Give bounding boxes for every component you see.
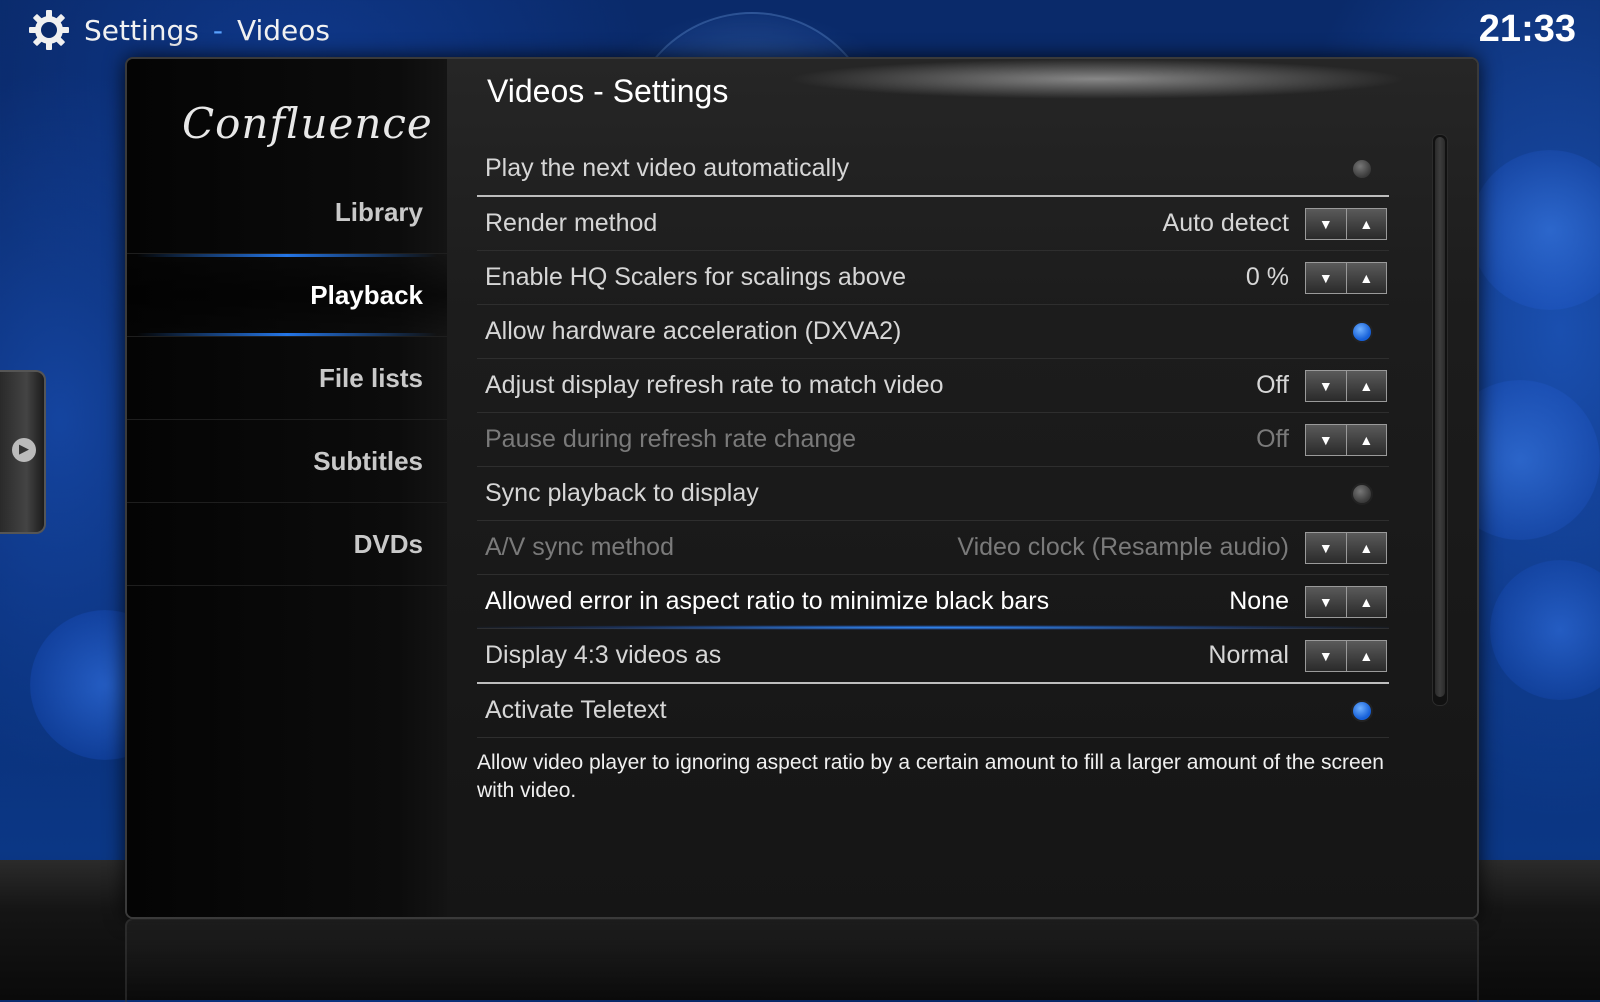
page-title: Videos - Settings [487, 73, 729, 109]
setting-label: Pause during refresh rate change [485, 425, 857, 453]
radio-toggle[interactable] [1351, 157, 1373, 180]
triangle-up-icon[interactable]: ▲ [1347, 371, 1387, 401]
triangle-up-icon[interactable]: ▲ [1347, 587, 1387, 617]
breadcrumb-current: Videos [236, 13, 330, 47]
setting-row-teletext[interactable]: Activate Teletext [477, 684, 1389, 738]
setting-row-play-next[interactable]: Play the next video automatically [477, 142, 1389, 197]
triangle-up-icon: ▲ [1359, 539, 1374, 556]
radio-toggle[interactable] [1351, 482, 1373, 505]
value-spinner: ▼ ▲ [1305, 639, 1387, 672]
setting-label: Allow hardware acceleration (DXVA2) [485, 317, 902, 345]
setting-label: Activate Teletext [485, 696, 667, 724]
triangle-up-icon[interactable]: ▲ [1347, 641, 1387, 671]
setting-row-sync-playback[interactable]: Sync playback to display [477, 467, 1389, 521]
nav-item-playback[interactable]: Playback [127, 254, 447, 337]
setting-label: Render method [485, 209, 658, 237]
chevron-right-icon: ▶ [12, 438, 36, 462]
triangle-down-icon[interactable]: ▼ [1306, 640, 1347, 671]
setting-row-av-sync: A/V sync method Video clock (Resample au… [477, 521, 1389, 575]
setting-description: Allow video player to ignoring aspect ra… [477, 751, 1384, 802]
clock: 21:33 [1478, 8, 1576, 50]
nav-item-dvds[interactable]: DVDs [127, 503, 447, 586]
setting-label: Enable HQ Scalers for scalings above [485, 263, 907, 291]
triangle-down-icon: ▼ [1306, 532, 1347, 563]
setting-label: Allowed error in aspect ratio to minimiz… [485, 587, 1050, 615]
value-spinner: ▼ ▲ [1305, 261, 1387, 294]
triangle-down-icon[interactable]: ▼ [1306, 208, 1347, 239]
triangle-down-icon[interactable]: ▼ [1306, 586, 1347, 617]
setting-label: Sync playback to display [485, 479, 759, 507]
value-spinner: ▼ ▲ [1305, 585, 1387, 618]
bokeh-circle [1470, 150, 1600, 310]
setting-value: 0 % [1245, 263, 1289, 291]
setting-value: None [1229, 587, 1289, 615]
scrollbar-thumb[interactable] [1435, 137, 1445, 697]
bokeh-circle [1490, 560, 1600, 700]
setting-label: Play the next video automatically [485, 154, 850, 182]
breadcrumb-root: Settings [84, 13, 199, 47]
triangle-up-icon: ▲ [1359, 431, 1374, 448]
setting-label: Display 4:3 videos as [485, 641, 722, 669]
setting-row-render-method[interactable]: Render method Auto detect ▼ ▲ [477, 197, 1389, 251]
triangle-up-icon[interactable]: ▲ [1347, 209, 1387, 239]
setting-value: Off [1256, 425, 1289, 453]
setting-label: Adjust display refresh rate to match vid… [485, 371, 944, 399]
setting-row-pause-refresh: Pause during refresh rate change Off ▼ ▲ [477, 413, 1389, 467]
breadcrumb-separator: - [212, 13, 223, 47]
title-glow [787, 59, 1407, 99]
setting-row-display-43[interactable]: Display 4:3 videos as Normal ▼ ▲ [477, 629, 1389, 684]
settings-scrollbar[interactable] [1432, 134, 1448, 706]
nav-item-file-lists[interactable]: File lists [127, 337, 447, 420]
setting-row-hq-scalers[interactable]: Enable HQ Scalers for scalings above 0 %… [477, 251, 1389, 305]
side-menu-tab[interactable]: ▶ [0, 370, 46, 534]
breadcrumb: Settings - Videos [28, 10, 330, 50]
setting-value: Off [1256, 371, 1289, 399]
value-spinner: ▼ ▲ [1305, 423, 1387, 456]
setting-value: Normal [1208, 641, 1289, 669]
nav-item-library[interactable]: Library [127, 171, 447, 254]
setting-value: Auto detect [1162, 209, 1289, 237]
triangle-up-icon[interactable]: ▲ [1347, 263, 1387, 293]
category-nav: Library Playback File lists Subtitles DV… [127, 171, 447, 586]
setting-row-hw-accel[interactable]: Allow hardware acceleration (DXVA2) [477, 305, 1389, 359]
setting-row-aspect-error[interactable]: Allowed error in aspect ratio to minimiz… [477, 575, 1389, 630]
triangle-down-icon: ▼ [1306, 424, 1347, 455]
skin-logo: Confluence [182, 99, 433, 148]
nav-item-subtitles[interactable]: Subtitles [127, 420, 447, 503]
value-spinner: ▼ ▲ [1305, 207, 1387, 240]
settings-list: Play the next video automatically Render… [477, 142, 1389, 738]
triangle-down-icon[interactable]: ▼ [1306, 262, 1347, 293]
setting-label: A/V sync method [485, 533, 674, 561]
radio-toggle[interactable] [1351, 320, 1373, 343]
category-sidebar: Confluence Library Playback File lists S… [127, 59, 447, 917]
radio-toggle[interactable] [1351, 699, 1373, 722]
settings-panel: Confluence Library Playback File lists S… [125, 57, 1479, 919]
value-spinner: ▼ ▲ [1305, 531, 1387, 564]
panel-reflection [125, 918, 1479, 1002]
setting-row-refresh-rate[interactable]: Adjust display refresh rate to match vid… [477, 359, 1389, 413]
settings-content: Videos - Settings Play the next video au… [447, 59, 1477, 917]
triangle-down-icon[interactable]: ▼ [1306, 370, 1347, 401]
setting-value: Video clock (Resample audio) [957, 533, 1289, 561]
gear-icon [29, 10, 69, 50]
value-spinner: ▼ ▲ [1305, 369, 1387, 402]
